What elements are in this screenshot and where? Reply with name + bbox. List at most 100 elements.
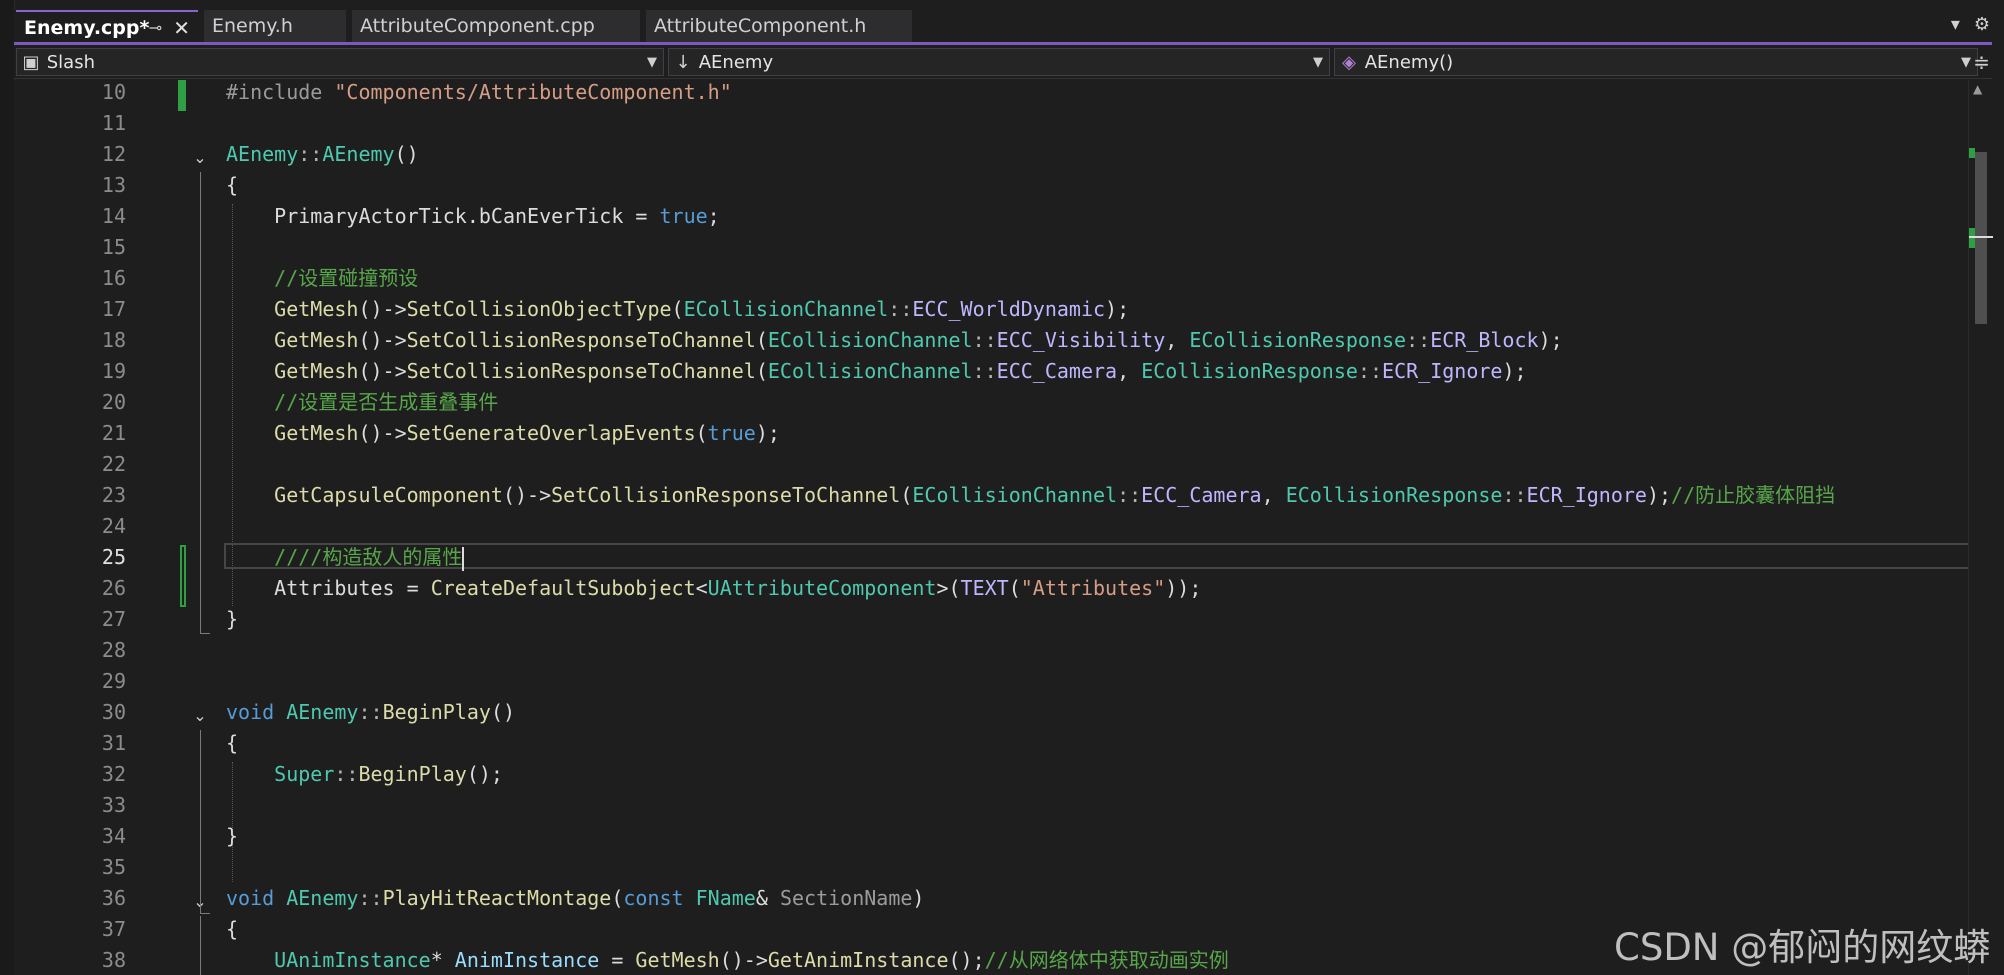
line-number: 10: [101, 80, 126, 104]
scrollbar-change-mark: [1969, 228, 1975, 248]
chevron-down-icon: ▼: [647, 55, 657, 70]
line-number: 24: [101, 514, 126, 538]
scrollbar-change-mark: [1969, 148, 1975, 158]
line-code: Attributes = CreateDefaultSubobject<UAtt…: [226, 573, 1201, 604]
code-token: void: [226, 886, 287, 910]
code-token: (: [695, 421, 708, 445]
code-token: Attributes =: [226, 576, 431, 600]
code-token: true: [707, 421, 756, 445]
code-line[interactable]: 24: [14, 511, 1969, 542]
code-line[interactable]: 29: [14, 666, 1969, 697]
code-token: ECollisionResponse: [1189, 328, 1407, 352]
chevron-down-icon: ▼: [1961, 55, 1971, 70]
code-token: (): [394, 142, 419, 166]
code-token: (: [611, 886, 624, 910]
code-token: ();: [466, 762, 503, 786]
code-line[interactable]: 22: [14, 449, 1969, 480]
code-token: GetAnimInstance: [767, 948, 949, 972]
line-code: GetMesh()->SetCollisionResponseToChannel…: [226, 356, 1526, 387]
code-token: TEXT: [960, 576, 1009, 600]
code-line[interactable]: 26 Attributes = CreateDefaultSubobject<U…: [14, 573, 1969, 604]
code-line[interactable]: 20 //设置是否生成重叠事件: [14, 387, 1969, 418]
code-line[interactable]: 30 void AEnemy::BeginPlay(): [14, 697, 1969, 728]
vertical-scrollbar[interactable]: ▲: [1968, 80, 1993, 975]
code-line[interactable]: 14 PrimaryActorTick.bCanEverTick = true;: [14, 201, 1969, 232]
tab-label: AttributeComponent.h: [654, 15, 867, 37]
code-line[interactable]: 11: [14, 108, 1969, 139]
line-number: 11: [101, 111, 126, 135]
tab-attributecomponent-h[interactable]: AttributeComponent.h: [646, 10, 912, 42]
code-token: ;: [707, 204, 720, 228]
code-token: ECC_Camera: [996, 359, 1118, 383]
code-line[interactable]: 31 {: [14, 728, 1969, 759]
code-line[interactable]: 34}: [14, 821, 1969, 852]
pin-icon[interactable]: ⊸: [149, 12, 162, 44]
line-number: 30: [101, 700, 126, 724]
code-token: ::: [972, 359, 997, 383]
code-token: //设置是否生成重叠事件: [226, 390, 499, 414]
line-number: 33: [101, 793, 126, 817]
line-number: 19: [101, 359, 126, 383]
project-dropdown[interactable]: ▣ Slash ▼: [16, 48, 664, 76]
code-token: );: [1538, 328, 1563, 352]
code-token: void: [226, 700, 287, 724]
scrollbar-thumb[interactable]: [1975, 152, 1987, 324]
member-dropdown[interactable]: ◈ AEnemy() ▼: [1334, 48, 1978, 76]
navigation-bar: ▣ Slash ▼ ↓ AEnemy ▼ ◈ AEnemy() ▼ ≑: [14, 46, 1992, 79]
code-line[interactable]: 32 Super::BeginPlay();: [14, 759, 1969, 790]
tab-enemy-cpp[interactable]: Enemy.cpp* ⊸ ✕: [16, 10, 198, 42]
code-line[interactable]: 15: [14, 232, 1969, 263]
code-token: ECR_Ignore: [1526, 483, 1647, 507]
tab-attributecomponent-cpp[interactable]: AttributeComponent.cpp: [352, 10, 640, 42]
close-icon[interactable]: ✕: [173, 12, 190, 44]
code-token: {: [226, 731, 239, 755]
scope-dropdown[interactable]: ↓ AEnemy ▼: [668, 48, 1330, 76]
line-number: 31: [101, 731, 126, 755]
code-line[interactable]: 19 GetMesh()->SetCollisionResponseToChan…: [14, 356, 1969, 387]
code-token: //防止胶囊体阻挡: [1671, 483, 1836, 507]
code-token: FName: [695, 886, 756, 910]
code-line[interactable]: 10 #include "Components/AttributeComponen…: [14, 80, 1969, 108]
line-number: 16: [101, 266, 126, 290]
code-token: AEnemy: [322, 142, 395, 166]
code-token: =: [599, 948, 636, 972]
scroll-up-arrow-icon[interactable]: ▲: [1973, 82, 1982, 96]
code-line[interactable]: 12 AEnemy::AEnemy(): [14, 139, 1969, 170]
code-token: ::: [972, 328, 997, 352]
tab-enemy-h[interactable]: Enemy.h: [204, 10, 346, 42]
line-number: 32: [101, 762, 126, 786]
code-line[interactable]: 33: [14, 790, 1969, 821]
code-token: true: [659, 204, 708, 228]
code-line[interactable]: 17 GetMesh()->SetCollisionObjectType(ECo…: [14, 294, 1969, 325]
gear-icon[interactable]: ⚙: [1974, 14, 1990, 35]
code-line[interactable]: 23 GetCapsuleComponent()->SetCollisionRe…: [14, 480, 1969, 511]
code-token: ECollisionChannel: [767, 359, 973, 383]
active-tab-underline: [14, 42, 1992, 45]
line-code: UAnimInstance* AnimInstance = GetMesh()-…: [226, 945, 1229, 975]
line-number: 25: [101, 545, 126, 569]
code-line[interactable]: 21 GetMesh()->SetGenerateOverlapEvents(t…: [14, 418, 1969, 449]
split-editor-icon[interactable]: ≑: [1973, 50, 1990, 74]
code-line[interactable]: 28: [14, 635, 1969, 666]
code-line[interactable]: 27}: [14, 604, 1969, 635]
line-code: ////构造敌人的属性: [226, 542, 465, 573]
line-code: PrimaryActorTick.bCanEverTick = true;: [226, 201, 720, 232]
code-token: "Attributes": [1020, 576, 1166, 600]
chevron-down-icon[interactable]: ▾: [1951, 14, 1960, 35]
code-token: //从网络体中获取动画实例: [984, 948, 1229, 972]
code-line[interactable]: 25 ////构造敌人的属性: [14, 542, 1969, 573]
code-line[interactable]: 36 void AEnemy::PlayHitReactMontage(const…: [14, 883, 1969, 914]
code-token: AnimInstance: [454, 948, 600, 972]
code-line[interactable]: 18 GetMesh()->SetCollisionResponseToChan…: [14, 325, 1969, 356]
code-token: &: [755, 886, 780, 910]
code-token: (: [755, 328, 768, 352]
line-number: 21: [101, 421, 126, 445]
code-token: ()->: [358, 297, 407, 321]
line-number: 22: [101, 452, 126, 476]
code-token: (: [900, 483, 913, 507]
code-line[interactable]: 35: [14, 852, 1969, 883]
code-line[interactable]: 13 {: [14, 170, 1969, 201]
code-token: ()->: [358, 359, 407, 383]
code-editor[interactable]: ⌄ ⌄ ⌄ 10#include "Components/AttributeCo…: [14, 80, 1969, 975]
code-line[interactable]: 16 //设置碰撞预设: [14, 263, 1969, 294]
